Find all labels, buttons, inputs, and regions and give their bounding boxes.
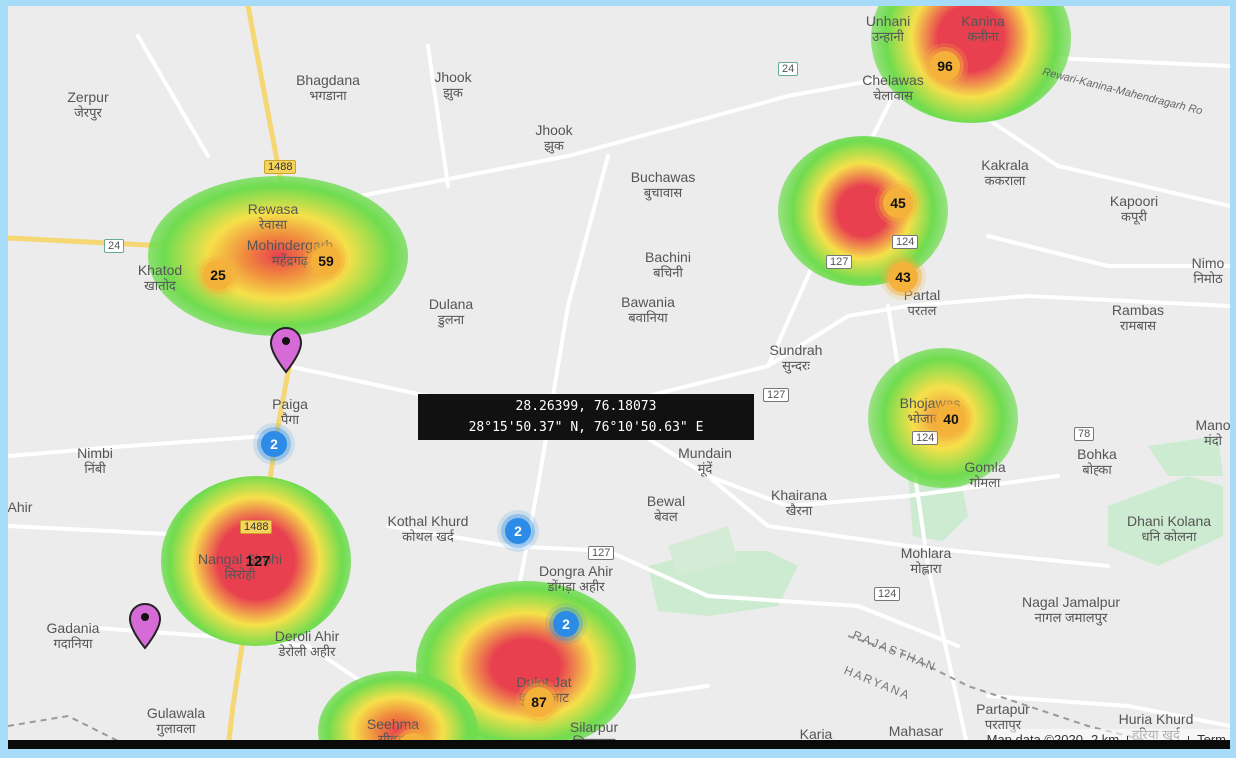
cluster-marker[interactable]: 2	[553, 611, 579, 637]
bottom-bar	[8, 740, 1230, 749]
road-shield: 124	[874, 587, 901, 601]
road-shield: 127	[826, 255, 853, 269]
coordinate-decimal: 28.26399, 76.18073	[515, 399, 657, 414]
cluster-marker[interactable]: 2	[261, 431, 287, 457]
road-shield: 124	[912, 431, 939, 445]
road-shield: 127	[763, 388, 790, 402]
road-shield: 78	[1074, 427, 1095, 441]
cluster-marker[interactable]: 127	[243, 546, 273, 576]
cluster-marker[interactable]: 87	[524, 687, 554, 717]
map-pin-icon[interactable]	[128, 602, 162, 650]
coordinate-tooltip: 28.26399, 76.18073 28°15'50.37" N, 76°10…	[418, 394, 754, 440]
road-shield: 24	[104, 239, 125, 253]
map-canvas[interactable]: 24 24 1488 1488 124 127 127 127 124 78 1…	[8, 6, 1230, 749]
map-pin-icon[interactable]	[269, 326, 303, 374]
road-network	[8, 6, 1230, 749]
coordinate-dms: 28°15'50.37" N, 76°10'50.63" E	[468, 420, 704, 435]
cluster-marker[interactable]: 2	[505, 518, 531, 544]
road-shield: 1488	[240, 520, 273, 534]
road-shield: 1488	[264, 160, 297, 174]
cluster-marker[interactable]: 40	[936, 404, 966, 434]
road-shield: 127	[588, 546, 615, 560]
cluster-marker[interactable]: 43	[888, 262, 918, 292]
cluster-marker[interactable]: 96	[930, 51, 960, 81]
cluster-marker[interactable]: 59	[311, 246, 341, 276]
road-shield: 24	[778, 62, 799, 76]
road-shield: 124	[892, 235, 919, 249]
cluster-marker[interactable]: 25	[203, 260, 233, 290]
cluster-marker[interactable]: 45	[883, 188, 913, 218]
